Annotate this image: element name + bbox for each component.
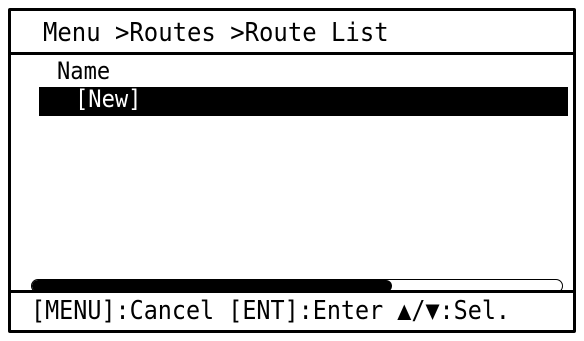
- display-screen: Menu >Routes >Route List Name [New] [MEN…: [8, 8, 576, 333]
- route-list: [New]: [39, 85, 568, 116]
- title-bar: Menu >Routes >Route List: [11, 11, 573, 55]
- list-item-new-route[interactable]: [New]: [39, 85, 568, 116]
- footer-key-hints: [MENU]:Cancel [ENT]:Enter ▲/▼:Sel.: [11, 290, 573, 330]
- breadcrumb: Menu >Routes >Route List: [43, 18, 389, 48]
- column-header-name: Name: [57, 57, 111, 85]
- footer-hint-text: [MENU]:Cancel [ENT]:Enter ▲/▼:Sel.: [31, 296, 510, 326]
- list-item-label: [New]: [75, 85, 142, 113]
